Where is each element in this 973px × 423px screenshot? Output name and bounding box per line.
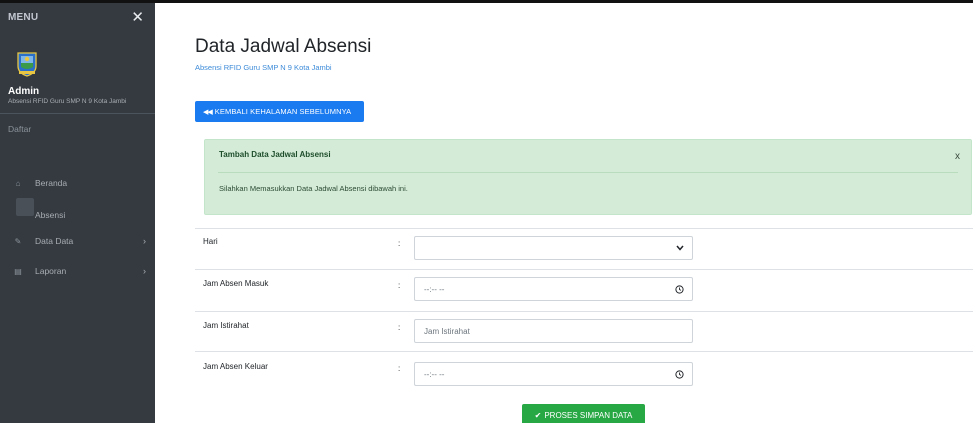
- sidebar-item-beranda[interactable]: ⌂ Beranda: [0, 174, 155, 192]
- sidebar-item-laporan[interactable]: ▤ Laporan ›: [0, 262, 155, 280]
- sidebar-item-absensi[interactable]: Absensi: [0, 206, 155, 224]
- field-colon: :: [398, 364, 401, 373]
- clock-icon: [675, 284, 684, 294]
- field-colon: :: [398, 281, 401, 290]
- home-icon: ⌂: [15, 178, 21, 188]
- page-title: Data Jadwal Absensi: [195, 36, 372, 57]
- field-colon: :: [398, 239, 401, 248]
- info-alert: Tambah Data Jadwal Absensi x Silahkan Me…: [204, 139, 972, 215]
- chevron-right-icon: ›: [143, 236, 146, 246]
- sidebar-section-label: Daftar: [8, 124, 32, 134]
- jam-keluar-input[interactable]: --:-- --: [414, 362, 693, 386]
- jam-istirahat-input[interactable]: [424, 326, 683, 336]
- jam-masuk-value: --:-- --: [424, 284, 445, 294]
- form-row-jam-masuk: Jam Absen Masuk : --:-- --: [195, 269, 973, 311]
- alert-title: Tambah Data Jadwal Absensi: [219, 150, 331, 159]
- user-subtitle: Absensi RFID Guru SMP N 9 Kota Jambi: [8, 98, 127, 105]
- file-icon: ▤: [14, 266, 22, 276]
- check-icon: ✔: [534, 410, 542, 420]
- chevron-down-icon: [676, 245, 684, 251]
- clock-icon: [675, 369, 684, 379]
- sidebar-divider: [0, 113, 155, 114]
- submit-button-label: PROSES SIMPAN DATA: [544, 410, 633, 420]
- sidebar-item-label: Laporan: [35, 266, 67, 276]
- user-name: Admin: [8, 86, 40, 97]
- field-label: Jam Istirahat: [203, 321, 249, 330]
- hari-select[interactable]: [414, 236, 693, 260]
- field-label: Jam Absen Masuk: [203, 279, 269, 288]
- edit-icon: ✎: [14, 236, 22, 246]
- sidebar-item-label: Data Data: [35, 236, 74, 246]
- close-icon[interactable]: x: [955, 151, 960, 162]
- back-button-label: KEMBALI KEHALAMAN SEBELUMNYA: [214, 107, 352, 116]
- form-row-hari: Hari :: [195, 228, 973, 269]
- sidebar-menu-label: MENU: [8, 11, 39, 23]
- double-chevron-left-icon: ◀◀: [203, 108, 213, 116]
- sidebar-item-label: Beranda: [35, 178, 68, 188]
- submit-button[interactable]: ✔ PROSES SIMPAN DATA: [522, 404, 645, 423]
- field-colon: :: [398, 323, 401, 332]
- back-button[interactable]: ◀◀ KEMBALI KEHALAMAN SEBELUMNYA: [195, 101, 364, 122]
- sidebar-item-label: Absensi: [35, 210, 66, 220]
- form-row-jam-keluar: Jam Absen Keluar : --:-- --: [195, 351, 973, 396]
- alert-divider: [218, 172, 958, 173]
- sidebar-item-data-data[interactable]: ✎ Data Data ›: [0, 232, 155, 250]
- page-subtitle: Absensi RFID Guru SMP N 9 Kota Jambi: [195, 63, 332, 72]
- field-label: Jam Absen Keluar: [203, 362, 268, 371]
- sidebar-header: MENU ✕: [0, 3, 155, 31]
- jam-masuk-input[interactable]: --:-- --: [414, 277, 693, 301]
- logo-icon: [17, 52, 37, 77]
- sidebar: MENU ✕ Admin Absensi RFID Guru SMP N 9 K…: [0, 3, 155, 423]
- jam-keluar-value: --:-- --: [424, 369, 445, 379]
- close-icon[interactable]: ✕: [131, 10, 144, 25]
- jam-istirahat-field[interactable]: [414, 319, 693, 343]
- main-content: Data Jadwal Absensi Absensi RFID Guru SM…: [155, 3, 973, 423]
- form-row-jam-istirahat: Jam Istirahat :: [195, 311, 973, 351]
- chevron-right-icon: ›: [143, 266, 146, 276]
- alert-message: Silahkan Memasukkan Data Jadwal Absensi …: [219, 184, 408, 193]
- field-label: Hari: [203, 237, 218, 246]
